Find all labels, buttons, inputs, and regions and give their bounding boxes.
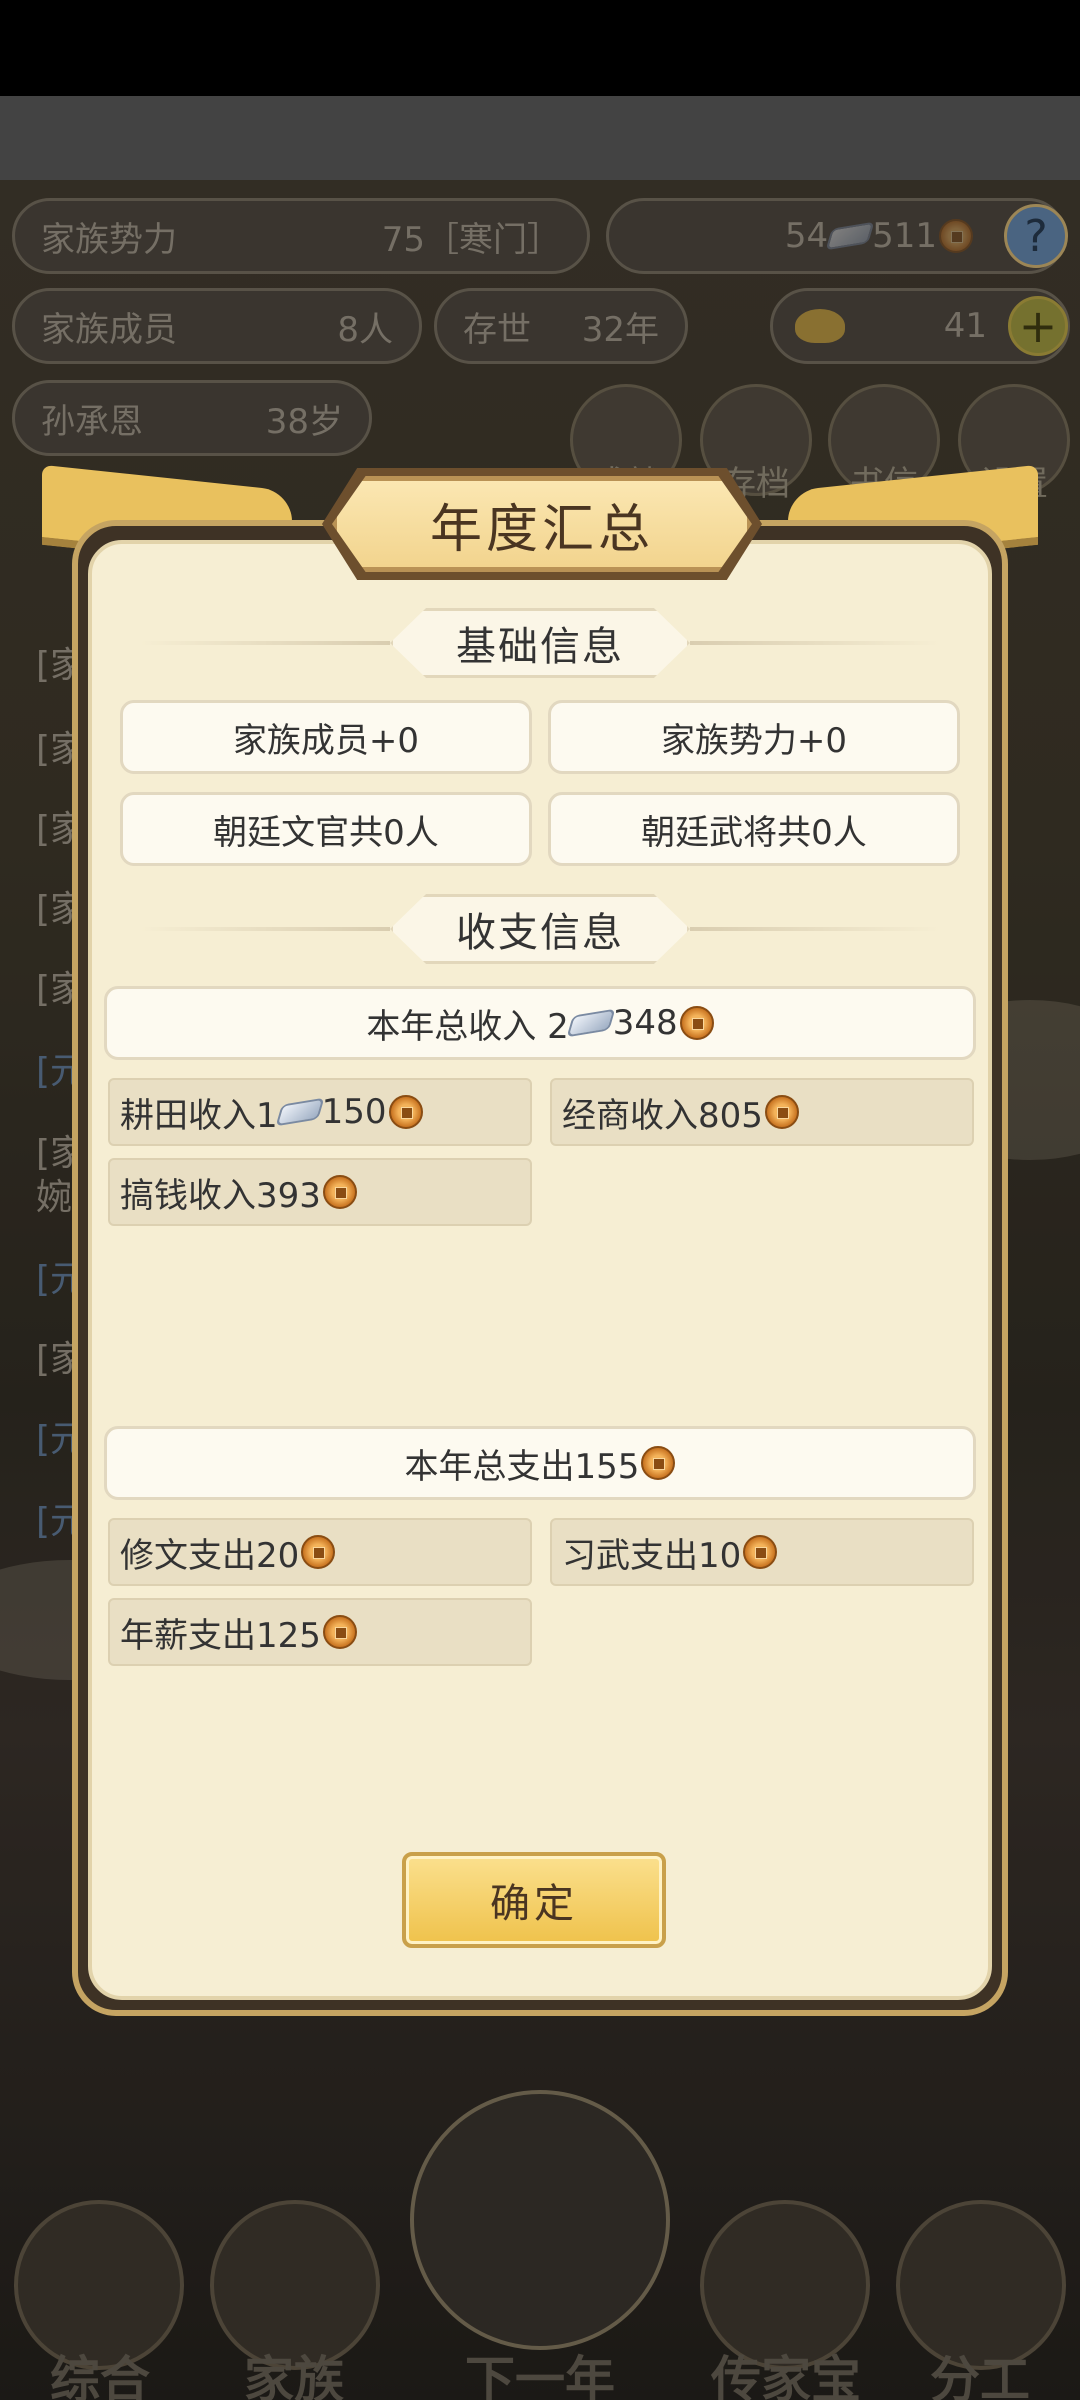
scheme-income-text: 搞钱收入393 xyxy=(120,1175,321,1216)
study-expense: 修文支出20 xyxy=(108,1518,532,1586)
clan-power-change: 家族势力+0 xyxy=(548,700,960,774)
farm-income: 耕田收入1 150 xyxy=(108,1078,532,1146)
salary-expense: 年薪支出125 xyxy=(108,1598,532,1666)
martial-expense: 习武支出10 xyxy=(550,1518,974,1586)
trade-income-text: 经商收入805 xyxy=(562,1095,763,1136)
farm-income-copper: 150 xyxy=(321,1092,387,1132)
finance-info-title: 收支信息 xyxy=(456,910,624,956)
copper-coin-icon xyxy=(764,1095,799,1129)
copper-coin-icon xyxy=(641,1446,676,1480)
expense-total-text: 本年总支出155 xyxy=(404,1446,640,1487)
members-change: 家族成员+0 xyxy=(120,700,532,774)
silver-ingot-icon xyxy=(275,1097,325,1127)
martial-expense-text: 习武支出10 xyxy=(562,1535,742,1576)
copper-coin-icon xyxy=(322,1175,357,1209)
basic-info-header: 基础信息 xyxy=(140,608,940,678)
study-expense-text: 修文支出20 xyxy=(120,1535,300,1576)
title-plate: 年度汇总 xyxy=(332,476,752,572)
military-generals-count: 朝廷武将共0人 xyxy=(548,792,960,866)
salary-expense-text: 年薪支出125 xyxy=(120,1615,321,1656)
income-total-copper: 348 xyxy=(612,1003,678,1043)
scheme-income: 搞钱收入393 xyxy=(108,1158,532,1226)
income-total: 本年总收入 2 348 xyxy=(104,986,976,1060)
confirm-label: 确定 xyxy=(490,1881,578,1927)
copper-coin-icon xyxy=(322,1615,357,1649)
modal-title: 年度汇总 xyxy=(429,499,654,560)
copper-coin-icon xyxy=(301,1535,336,1569)
trade-income: 经商收入805 xyxy=(550,1078,974,1146)
expense-total: 本年总支出155 xyxy=(104,1426,976,1500)
farm-income-label: 耕田收入1 xyxy=(120,1095,278,1136)
copper-coin-icon xyxy=(388,1095,423,1129)
copper-coin-icon xyxy=(743,1535,778,1569)
copper-coin-icon xyxy=(679,1006,714,1040)
civil-officials-count: 朝廷文官共0人 xyxy=(120,792,532,866)
income-total-label: 本年总收入 2 xyxy=(366,1006,569,1047)
silver-ingot-icon xyxy=(566,1008,616,1038)
basic-info-title: 基础信息 xyxy=(456,624,624,670)
confirm-button[interactable]: 确定 xyxy=(402,1852,666,1948)
finance-info-header: 收支信息 xyxy=(140,894,940,964)
